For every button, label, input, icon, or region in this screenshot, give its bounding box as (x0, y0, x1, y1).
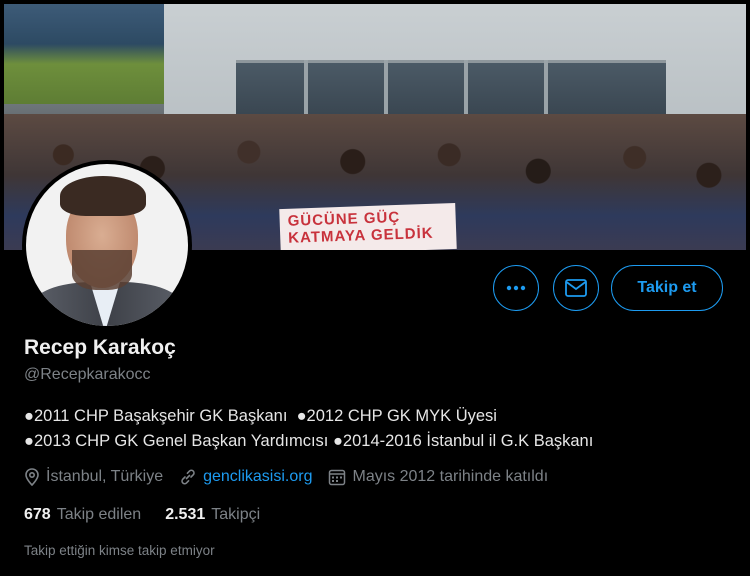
joined-item: Mayıs 2012 tarihinde katıldı (328, 468, 548, 486)
calendar-icon (329, 469, 346, 486)
profile-stats: 678 Takip edilen 2.531 Takipçi (24, 506, 284, 524)
banner-sign: GÜCÜNE GÜÇ KATMAYA GELDİK (279, 202, 457, 250)
profile-name: Recep Karakoç (24, 336, 176, 359)
message-button[interactable] (553, 265, 599, 311)
mutual-followers-note: Takip ettiğin kimse takip etmiyor (24, 543, 215, 558)
following-label: Takip edilen (56, 506, 142, 523)
followers-link[interactable]: 2.531 Takipçi (165, 506, 260, 524)
location-pin-icon (25, 468, 39, 486)
banner-bus-area (4, 4, 164, 104)
followers-label: Takipçi (211, 506, 261, 523)
envelope-icon (565, 279, 587, 297)
following-count: 678 (24, 506, 51, 523)
location-text: İstanbul, Türkiye (46, 468, 164, 485)
followers-count: 2.531 (165, 506, 206, 523)
avatar-hair (60, 176, 146, 216)
more-button[interactable] (493, 265, 539, 311)
avatar-photo (26, 164, 188, 326)
link-icon (181, 469, 195, 485)
avatar-beard (72, 250, 132, 290)
profile-meta: İstanbul, Türkiye genclikasisi.org Mayıs… (24, 468, 564, 486)
avatar[interactable] (22, 160, 192, 330)
ellipsis-icon (506, 285, 526, 291)
bio-line: ●2011 CHP Başakşehir GK Başkanı ●2012 CH… (24, 407, 497, 425)
location-item: İstanbul, Türkiye (24, 468, 163, 486)
website-item[interactable]: genclikasisi.org (179, 468, 312, 486)
website-link[interactable]: genclikasisi.org (203, 468, 312, 486)
joined-text: Mayıs 2012 tarihinde katıldı (352, 468, 549, 485)
bio-line: ●2013 CHP GK Genel Başkan Yardımcısı ●20… (24, 432, 594, 450)
following-link[interactable]: 678 Takip edilen (24, 506, 141, 524)
profile-handle: @Recepkarakocc (24, 366, 151, 383)
follow-button[interactable]: Takip et (611, 265, 723, 311)
profile-bio: ●2011 CHP Başakşehir GK Başkanı ●2012 CH… (24, 404, 593, 454)
